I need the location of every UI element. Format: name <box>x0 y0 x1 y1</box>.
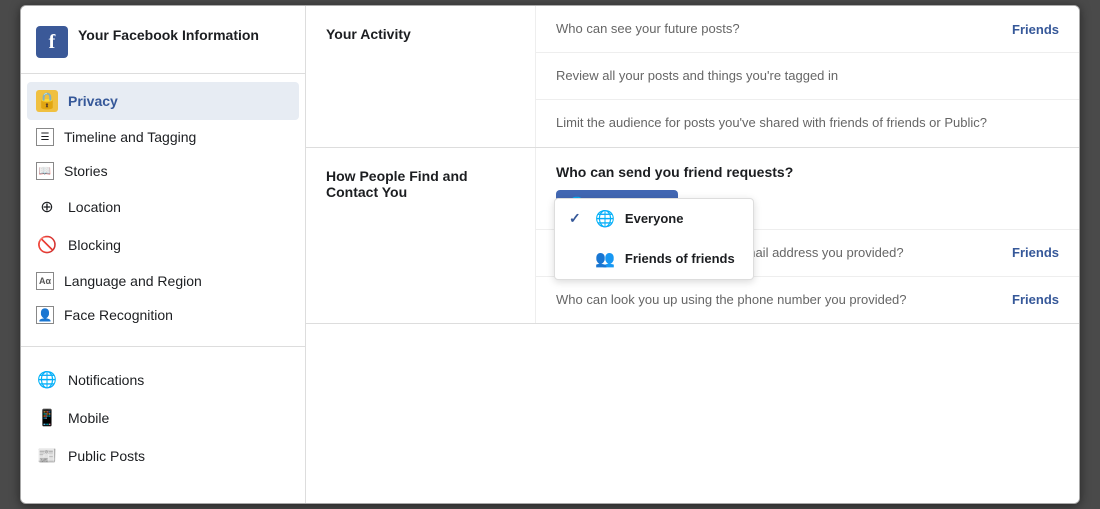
phone-lookup-value: Friends <box>1012 292 1059 307</box>
block-icon: 🚫 <box>36 234 58 256</box>
main-inner: Your Activity Who can see your future po… <box>306 6 1079 503</box>
sidebar-title: Your Facebook Information <box>78 26 259 44</box>
globe-option-icon: 🌐 <box>595 209 615 229</box>
sidebar-item-face[interactable]: 👤 Face Recognition <box>21 298 305 332</box>
phone-lookup-text: Who can look you up using the phone numb… <box>556 291 992 309</box>
your-activity-row: Your Activity Who can see your future po… <box>306 6 1079 147</box>
sidebar-label-mobile: Mobile <box>68 410 109 426</box>
lock-icon: 🔒 <box>36 90 58 112</box>
sidebar-nav-main: 🔒 Privacy ☰ Timeline and Tagging 📖 Stori… <box>21 74 305 340</box>
everyone-dropdown-menu: ✓ 🌐 Everyone 👥 Friends of friends <box>554 198 754 280</box>
book-icon: 📖 <box>36 162 54 180</box>
how-people-find-section: How People Find and Contact You Who can … <box>306 148 1079 324</box>
sidebar: f Your Facebook Information 🔒 Privacy ☰ … <box>21 6 306 503</box>
sidebar-label-stories: Stories <box>64 163 108 179</box>
phone-lookup-row[interactable]: Who can look you up using the phone numb… <box>536 277 1079 323</box>
sidebar-item-language[interactable]: Aα Language and Region <box>21 264 305 298</box>
future-posts-value: Friends <box>1012 22 1059 37</box>
future-posts-row[interactable]: Who can see your future posts? Friends <box>536 6 1079 53</box>
sidebar-item-location[interactable]: ⊕ Location <box>21 188 305 226</box>
sidebar-item-stories[interactable]: 📖 Stories <box>21 154 305 188</box>
face-icon: 👤 <box>36 306 54 324</box>
mobile-icon: 📱 <box>36 407 58 429</box>
your-activity-section: Your Activity Who can see your future po… <box>306 6 1079 148</box>
friends-icon: 👥 <box>595 249 615 269</box>
find-content: Who can send you friend requests? 🌐 Ever… <box>536 148 1079 323</box>
review-posts-text: Review all your posts and things you're … <box>556 67 1059 85</box>
empty-check <box>569 251 585 267</box>
main-content: Your Activity Who can see your future po… <box>306 6 1079 503</box>
option-friends-of-friends[interactable]: 👥 Friends of friends <box>555 239 753 279</box>
find-section-row: How People Find and Contact You Who can … <box>306 148 1079 323</box>
find-label: How People Find and Contact You <box>306 148 536 323</box>
globe-icon: 🌐 <box>36 369 58 391</box>
sidebar-label-language: Language and Region <box>64 273 202 289</box>
limit-audience-row[interactable]: Limit the audience for posts you've shar… <box>536 100 1079 146</box>
your-activity-label: Your Activity <box>306 6 536 147</box>
sidebar-divider <box>21 346 305 347</box>
sidebar-header: f Your Facebook Information <box>21 6 305 74</box>
option-everyone-label: Everyone <box>625 211 684 226</box>
sidebar-label-location: Location <box>68 199 121 215</box>
option-friends-label: Friends of friends <box>625 251 735 266</box>
sidebar-item-blocking[interactable]: 🚫 Blocking <box>21 226 305 264</box>
rss-icon: 📰 <box>36 445 58 467</box>
review-posts-row[interactable]: Review all your posts and things you're … <box>536 53 1079 100</box>
facebook-logo: f <box>36 26 68 58</box>
sidebar-item-mobile[interactable]: 📱 Mobile <box>21 399 305 437</box>
sidebar-label-privacy: Privacy <box>68 93 118 109</box>
email-lookup-value: Friends <box>1012 245 1059 260</box>
list-icon: ☰ <box>36 128 54 146</box>
sidebar-label-timeline: Timeline and Tagging <box>64 129 196 145</box>
your-activity-content: Who can see your future posts? Friends R… <box>536 6 1079 147</box>
sidebar-item-public-posts[interactable]: 📰 Public Posts <box>21 437 305 475</box>
future-posts-text: Who can see your future posts? <box>556 20 992 38</box>
sidebar-item-privacy[interactable]: 🔒 Privacy <box>27 82 299 120</box>
checkmark-icon: ✓ <box>569 210 585 227</box>
option-everyone[interactable]: ✓ 🌐 Everyone <box>555 199 753 239</box>
language-icon: Aα <box>36 272 54 290</box>
sidebar-label-public-posts: Public Posts <box>68 448 145 464</box>
friend-requests-header: Who can send you friend requests? <box>536 148 1079 190</box>
sidebar-label-face: Face Recognition <box>64 307 173 323</box>
sidebar-label-blocking: Blocking <box>68 237 121 253</box>
sidebar-label-notifications: Notifications <box>68 372 144 388</box>
limit-audience-text: Limit the audience for posts you've shar… <box>556 114 1059 132</box>
sidebar-nav-secondary: 🌐 Notifications 📱 Mobile 📰 Public Posts <box>21 353 305 483</box>
sidebar-item-timeline[interactable]: ☰ Timeline and Tagging <box>21 120 305 154</box>
settings-window: f Your Facebook Information 🔒 Privacy ☰ … <box>20 5 1080 504</box>
sidebar-item-notifications[interactable]: 🌐 Notifications <box>21 361 305 399</box>
location-icon: ⊕ <box>36 196 58 218</box>
